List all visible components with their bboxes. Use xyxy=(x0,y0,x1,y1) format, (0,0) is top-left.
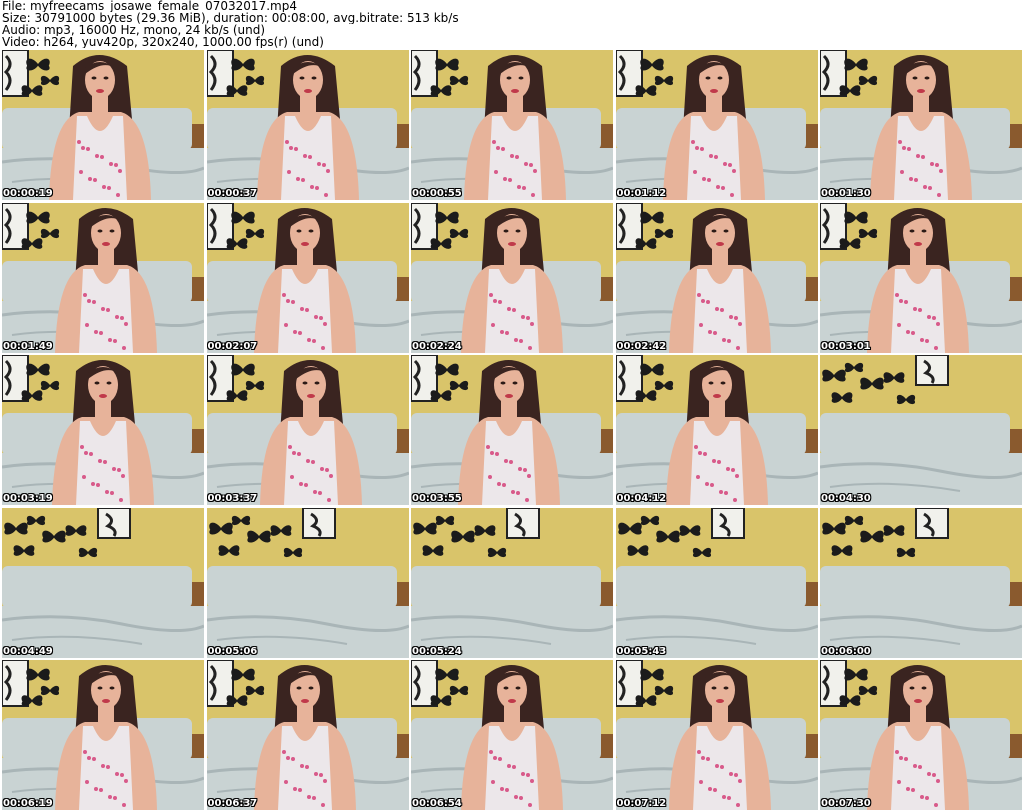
thumbnail-timestamp: 00:02:24 xyxy=(412,340,462,352)
thumbnail-timestamp: 00:04:30 xyxy=(821,493,871,504)
thumbnail-timestamp: 00:00:55 xyxy=(412,188,462,199)
thumbnail-frame-image xyxy=(615,202,818,353)
video-thumbnail: 00:05:06 xyxy=(206,507,409,658)
thumbnail-frame-image xyxy=(206,202,409,353)
sofa xyxy=(206,565,397,608)
thumbnail-frame-image xyxy=(2,660,204,810)
thumbnail-grid: 00:00:19 00:00:37 00:00:55 00:01:12 00:01:30… xyxy=(2,50,1022,810)
thumbnail-timestamp: 00:06:19 xyxy=(3,798,53,809)
thumbnail-frame-image xyxy=(615,50,818,200)
sofa xyxy=(2,565,192,608)
video-thumbnail: 00:05:24 xyxy=(411,507,613,658)
sofa xyxy=(820,565,1010,608)
video-thumbnail: 00:03:01 xyxy=(820,202,1022,353)
video-thumbnail: 00:06:54 xyxy=(411,660,613,810)
thumbnail-timestamp: 00:02:07 xyxy=(207,340,258,352)
sofa xyxy=(820,413,1010,455)
thumbnail-frame-image xyxy=(206,507,409,658)
thumbnail-timestamp: 00:06:37 xyxy=(207,798,258,809)
thumbnail-frame-image xyxy=(820,660,1022,810)
thumbnail-timestamp: 00:05:24 xyxy=(412,645,462,657)
thumbnail-frame-image xyxy=(206,50,409,200)
sofa xyxy=(411,565,601,608)
video-thumbnail: 00:02:07 xyxy=(206,202,409,353)
video-thumbnail: 00:03:19 xyxy=(2,355,204,505)
video-thumbnail: 00:03:37 xyxy=(206,355,409,505)
video-thumbnail: 00:02:24 xyxy=(411,202,613,353)
video-thumbnail: 00:01:12 xyxy=(615,50,818,200)
thumbnail-timestamp: 00:01:12 xyxy=(616,188,667,199)
thumbnail-frame-image xyxy=(820,355,1022,505)
thumbnail-frame-image xyxy=(411,355,613,505)
video-thumbnail: 00:02:42 xyxy=(615,202,818,353)
thumbnail-timestamp: 00:02:42 xyxy=(616,340,667,352)
thumbnail-frame-image xyxy=(820,50,1022,200)
thumbnail-timestamp: 00:00:19 xyxy=(3,188,53,199)
thumbnail-timestamp: 00:05:43 xyxy=(616,645,667,657)
thumbnail-frame-image xyxy=(2,507,204,658)
video-thumbnail: 00:04:49 xyxy=(2,507,204,658)
thumbnail-timestamp: 00:07:12 xyxy=(616,798,667,809)
thumbnail-frame-image xyxy=(411,660,613,810)
thumbnail-timestamp: 00:04:12 xyxy=(616,493,667,504)
thumbnail-timestamp: 00:06:54 xyxy=(412,798,462,809)
thumbnail-frame-image xyxy=(615,660,818,810)
thumbnail-frame-image xyxy=(615,507,818,658)
thumbnail-timestamp: 00:07:30 xyxy=(821,798,871,809)
video-thumbnail: 00:07:30 xyxy=(820,660,1022,810)
file-name-line: File: myfreecams_josawe_female_07032017.… xyxy=(2,0,297,12)
video-thumbnail: 00:04:12 xyxy=(615,355,818,505)
sofa xyxy=(615,565,806,608)
video-thumbnail: 00:01:49 xyxy=(2,202,204,353)
thumbnail-timestamp: 00:01:30 xyxy=(821,188,871,199)
thumbnail-timestamp: 00:05:06 xyxy=(207,645,258,657)
video-thumbnail: 00:04:30 xyxy=(820,355,1022,505)
thumbnail-frame-image xyxy=(615,355,818,505)
file-size-line: Size: 30791000 bytes (29.36 MiB), durati… xyxy=(2,12,459,24)
video-thumbnail: 00:06:37 xyxy=(206,660,409,810)
thumbnail-frame-image xyxy=(820,507,1022,658)
thumbnail-frame-image xyxy=(411,50,613,200)
thumbnail-timestamp: 00:06:00 xyxy=(821,645,871,657)
thumbnail-frame-image xyxy=(2,50,204,200)
thumbnail-timestamp: 00:03:55 xyxy=(412,493,462,504)
thumbnail-frame-image xyxy=(411,507,613,658)
video-thumbnail: 00:00:55 xyxy=(411,50,613,200)
video-thumbnail: 00:03:55 xyxy=(411,355,613,505)
video-thumbnail: 00:07:12 xyxy=(615,660,818,810)
file-info-header: File: myfreecams_josawe_female_07032017.… xyxy=(2,0,1022,48)
video-thumbnail: 00:06:00 xyxy=(820,507,1022,658)
video-info-line: Video: h264, yuv420p, 320x240, 1000.00 f… xyxy=(2,36,324,48)
thumbnail-frame-image xyxy=(2,202,204,353)
video-thumbnail: 00:00:37 xyxy=(206,50,409,200)
thumbnail-timestamp: 00:04:49 xyxy=(3,645,53,657)
video-thumbnail: 00:01:30 xyxy=(820,50,1022,200)
audio-info-line: Audio: mp3, 16000 Hz, mono, 24 kb/s (und… xyxy=(2,24,266,36)
thumbnail-timestamp: 00:03:19 xyxy=(3,493,53,504)
video-thumbnail: 00:05:43 xyxy=(615,507,818,658)
thumbnail-timestamp: 00:01:49 xyxy=(3,340,53,352)
thumbnail-timestamp: 00:03:37 xyxy=(207,493,258,504)
thumbnail-frame-image xyxy=(206,660,409,810)
thumbnail-frame-image xyxy=(820,202,1022,353)
video-thumbnail: 00:06:19 xyxy=(2,660,204,810)
thumbnail-frame-image xyxy=(411,202,613,353)
thumbnail-frame-image xyxy=(206,355,409,505)
thumbnail-frame-image xyxy=(2,355,204,505)
video-thumbnail: 00:00:19 xyxy=(2,50,204,200)
thumbnail-timestamp: 00:00:37 xyxy=(207,188,258,199)
thumbnail-timestamp: 00:03:01 xyxy=(821,340,871,352)
